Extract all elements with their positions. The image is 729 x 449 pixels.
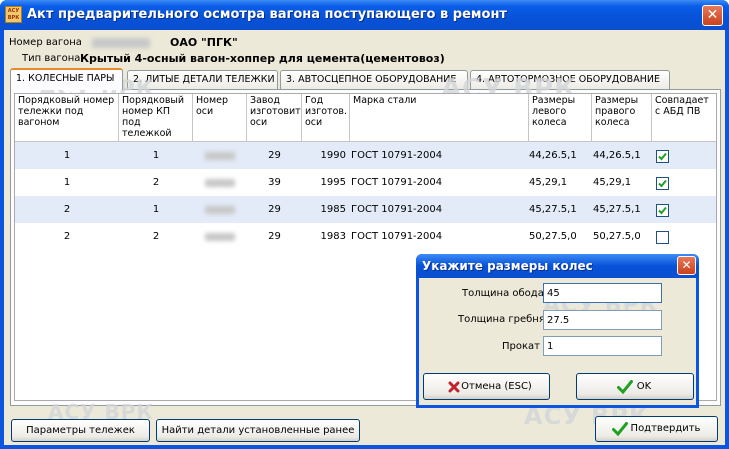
table-row[interactable]: 2 1 29 1985 ГОСТ 10791-2004 45,27.5,1 45… (15, 196, 716, 223)
cell-bogie: 2 (63, 231, 71, 242)
flange-thickness-label: Толщина гребня (458, 314, 545, 325)
dialog-title-bar[interactable]: Укажите размеры колес ✕ (416, 254, 699, 278)
cell-right-wheel: 50,27.5,0 (593, 231, 641, 242)
column-header-steel-grade[interactable]: Марка стали (350, 94, 529, 142)
column-header-matches-abd[interactable]: Совпадает с АБД ПВ (652, 94, 716, 142)
cell-kp: 1 (152, 150, 160, 161)
column-header-bogie-number[interactable]: Порядковый номер тележки под вагоном (15, 94, 119, 142)
cancel-x-icon (448, 381, 460, 393)
app-logo-icon: АСУ ВРК (5, 6, 22, 23)
cell-left-wheel: 45,29,1 (529, 177, 568, 188)
cell-left-wheel: 50,27.5,0 (529, 231, 577, 242)
window-close-button[interactable]: ✕ (702, 5, 723, 26)
cell-year: 1995 (320, 177, 346, 188)
wheel-size-dialog: Укажите размеры колес ✕ АСУ ВРК Толщина … (416, 254, 699, 408)
checkmark-icon (617, 380, 633, 394)
cell-year: 1985 (320, 204, 346, 215)
cell-plant: 29 (268, 150, 281, 161)
cell-axle-number-redacted (205, 179, 235, 187)
match-checkbox[interactable] (656, 231, 669, 244)
dialog-cancel-label: Отмена (ESC) (461, 381, 532, 392)
confirm-button-label: Подтвердить (630, 423, 701, 434)
cell-kp: 2 (152, 231, 160, 242)
table-row[interactable]: 1 2 39 1995 ГОСТ 10791-2004 45,29,1 45,2… (15, 169, 716, 196)
main-window: АСУ ВРК Акт предварительного осмотра ваг… (0, 0, 729, 449)
checkmark-icon (658, 152, 667, 161)
wagon-type-label: Тип вагона (22, 53, 81, 64)
cell-bogie: 2 (63, 204, 71, 215)
bogie-params-button[interactable]: Параметры тележек (11, 419, 150, 442)
rim-thickness-label: Толщина обода (462, 288, 544, 299)
owner-name: ОАО "ПГК" (170, 36, 238, 49)
find-installed-parts-button[interactable]: Найти детали установленные ранее (156, 419, 360, 442)
match-checkbox[interactable] (656, 150, 669, 163)
dialog-ok-button[interactable]: OK (576, 373, 694, 400)
cell-axle-number-redacted (205, 233, 235, 241)
wagon-type-value: Крытый 4-осный вагон-хоппер для цемента(… (80, 52, 445, 65)
cell-left-wheel: 44,26.5,1 (529, 150, 577, 161)
cell-steel: ГОСТ 10791-2004 (351, 177, 443, 188)
column-header-axle-year[interactable]: Год изготов. оси (302, 94, 350, 142)
wagon-number-value-redacted (92, 38, 150, 48)
cell-left-wheel: 45,27.5,1 (529, 204, 577, 215)
table-row[interactable]: 2 2 29 1983 ГОСТ 10791-2004 50,27.5,0 50… (15, 223, 716, 250)
wagon-number-label: Номер вагона (9, 37, 82, 48)
cell-year: 1983 (320, 231, 346, 242)
checkmark-icon (658, 206, 667, 215)
checkmark-icon (612, 422, 628, 436)
cell-plant: 29 (268, 204, 281, 215)
cell-steel: ГОСТ 10791-2004 (351, 204, 443, 215)
cell-plant: 29 (268, 231, 281, 242)
confirm-button[interactable]: Подтвердить (595, 416, 718, 442)
column-header-axle-plant[interactable]: Завод изготовитель оси (247, 94, 302, 142)
window-title: Акт предварительного осмотра вагона пост… (27, 7, 507, 22)
checkmark-icon (658, 179, 667, 188)
column-header-kp-number[interactable]: Порядковый номер КП под тележкой (119, 94, 193, 142)
dialog-client-area: АСУ ВРК Толщина обода Толщина гребня Про… (419, 278, 696, 405)
cell-axle-number-redacted (205, 152, 235, 160)
cell-bogie: 1 (63, 150, 71, 161)
tread-wear-input[interactable] (543, 336, 662, 356)
cell-right-wheel: 44,26.5,1 (593, 150, 641, 161)
table-row[interactable]: 1 1 29 1990 ГОСТ 10791-2004 44,26.5,1 44… (15, 142, 716, 169)
cell-steel: ГОСТ 10791-2004 (351, 150, 443, 161)
tab-coupling-equipment[interactable]: 3. АВТОСЦЕПНОЕ ОБОРУДОВАНИЕ (280, 70, 468, 89)
tread-wear-label: Прокат (502, 341, 540, 352)
cell-bogie: 1 (63, 177, 71, 188)
column-header-right-wheel-size[interactable]: Размеры правого колеса (592, 94, 652, 142)
cell-kp: 1 (152, 204, 160, 215)
flange-thickness-input[interactable] (543, 310, 662, 330)
cell-right-wheel: 45,29,1 (593, 177, 632, 188)
title-bar[interactable]: АСУ ВРК Акт предварительного осмотра ваг… (0, 0, 729, 30)
column-header-axle-number[interactable]: Номер оси (193, 94, 247, 142)
cell-kp: 2 (152, 177, 160, 188)
cell-right-wheel: 45,27.5,1 (593, 204, 641, 215)
cell-axle-number-redacted (205, 206, 235, 214)
cell-steel: ГОСТ 10791-2004 (351, 231, 443, 242)
dialog-ok-label: OK (636, 381, 652, 392)
match-checkbox[interactable] (656, 204, 669, 217)
cell-plant: 39 (268, 177, 281, 188)
rim-thickness-input[interactable] (543, 283, 662, 303)
dialog-cancel-button[interactable]: Отмена (ESC) (423, 373, 550, 400)
tab-wheel-pairs[interactable]: 1. КОЛЕСНЫЕ ПАРЫ (10, 68, 123, 90)
column-header-left-wheel-size[interactable]: Размеры левого колеса (529, 94, 592, 142)
match-checkbox[interactable] (656, 177, 669, 190)
cell-year: 1990 (320, 150, 346, 161)
dialog-title: Укажите размеры колес (422, 259, 593, 273)
dialog-close-button[interactable]: ✕ (677, 256, 696, 275)
